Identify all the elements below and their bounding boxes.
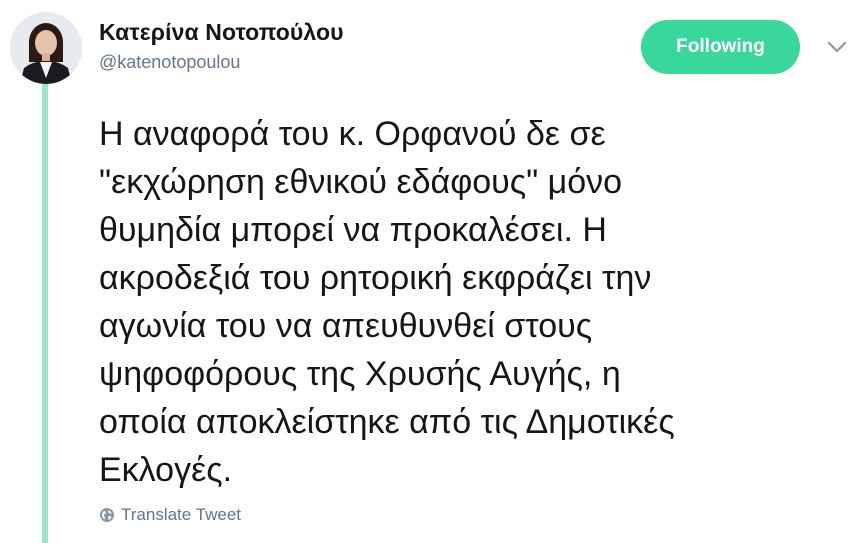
- tweet-text-line: ψηφοφόρους της Χρυσής Αυγής, η: [99, 355, 621, 393]
- tweet-text-line: θυμηδία μπορεί να προκαλέσει. Η: [99, 211, 607, 249]
- tweet-text-line: οποία αποκλείστηκε από τις Δημοτικές: [99, 403, 675, 441]
- globe-icon: [100, 508, 114, 522]
- tweet-text-line: Η αναφορά του κ. Ορφανού δε σε: [99, 115, 606, 153]
- author-display-name[interactable]: Κατερίνα Νοτοπούλου: [99, 18, 344, 46]
- tweet-text-line: "εκχώρηση εθνικού εδάφους" μόνο: [99, 163, 623, 201]
- chevron-down-icon[interactable]: [826, 38, 848, 56]
- tweet-header: Κατερίνα Νοτοπούλου @katenotopoulou: [99, 18, 344, 74]
- following-button[interactable]: Following: [641, 20, 800, 74]
- translate-tweet-label: Translate Tweet: [121, 505, 242, 524]
- tweet-text: Η αναφορά του κ. Ορφανού δε σε "εκχώρηση…: [99, 110, 844, 494]
- translate-tweet-link[interactable]: Translate Tweet: [99, 505, 241, 525]
- thread-line: [42, 84, 48, 543]
- avatar[interactable]: [10, 12, 82, 84]
- tweet-text-line: αγωνία του να απευθυνθεί στους: [99, 307, 593, 345]
- author-handle[interactable]: @katenotopoulou: [99, 50, 344, 74]
- tweet-text-line: ακροδεξιά του ρητορική εκφράζει την: [99, 259, 652, 297]
- avatar-image: [10, 12, 82, 84]
- tweet-text-line: Εκλογές.: [99, 451, 233, 489]
